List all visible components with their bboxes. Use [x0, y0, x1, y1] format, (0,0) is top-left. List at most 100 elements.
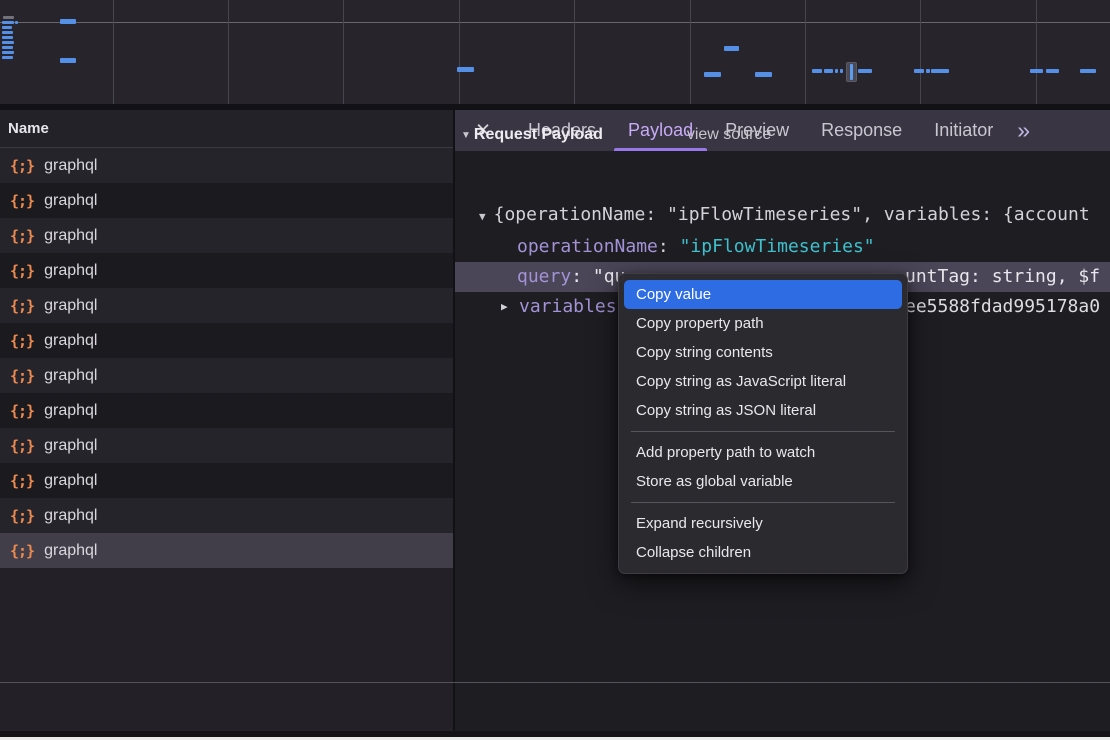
property-key: operationName — [517, 236, 658, 257]
overview-gridline — [805, 0, 806, 104]
section-expand-triangle-icon[interactable]: ▼ — [461, 130, 471, 141]
json-braces-icon: {;} — [10, 367, 34, 385]
menu-item-add-property-path-to-watch[interactable]: Add property path to watch — [624, 438, 902, 467]
waterfall-bar — [60, 19, 76, 24]
waterfall-bar — [931, 69, 949, 73]
waterfall-bar — [1030, 69, 1043, 73]
name-column-label: Name — [8, 120, 49, 137]
context-menu: Copy valueCopy property pathCopy string … — [618, 273, 908, 574]
request-name-label: graphql — [44, 227, 97, 245]
menu-item-copy-string-as-javascript-literal[interactable]: Copy string as JavaScript literal — [624, 367, 902, 396]
property-key: query — [517, 266, 571, 287]
request-name-label: graphql — [44, 507, 97, 525]
json-braces-icon: {;} — [10, 297, 34, 315]
json-braces-icon: {;} — [10, 437, 34, 455]
variables-expand-triangle-icon[interactable]: ▶ — [501, 292, 508, 322]
request-name-label: graphql — [44, 437, 97, 455]
waterfall-bar — [2, 46, 13, 49]
waterfall-bar — [835, 69, 838, 73]
request-row[interactable]: {;} graphql — [0, 428, 453, 463]
json-braces-icon: {;} — [10, 542, 34, 560]
view-source-link[interactable]: view source — [687, 126, 771, 144]
menu-item-expand-recursively[interactable]: Expand recursively — [624, 509, 902, 538]
json-braces-icon: {;} — [10, 332, 34, 350]
menu-item-copy-property-path[interactable]: Copy property path — [624, 309, 902, 338]
json-braces-icon: {;} — [10, 227, 34, 245]
request-row[interactable]: {;} graphql — [0, 463, 453, 498]
root-expand-triangle-icon[interactable]: ▼ — [479, 210, 486, 223]
waterfall-bar — [3, 16, 14, 19]
waterfall-bar — [724, 46, 739, 51]
section-title: Request Payload — [474, 126, 603, 144]
request-name-label: graphql — [44, 367, 97, 385]
payload-root-row[interactable]: ▼ {operationName: "ipFlowTimeseries", var… — [479, 204, 1090, 225]
waterfall-bar — [15, 21, 18, 24]
waterfall-bar — [2, 31, 13, 34]
overview-gridline — [459, 0, 460, 104]
request-name-label: graphql — [44, 332, 97, 350]
menu-divider — [631, 431, 895, 432]
waterfall-bar — [2, 56, 13, 59]
json-braces-icon: {;} — [10, 472, 34, 490]
menu-item-copy-string-as-json-literal[interactable]: Copy string as JSON literal — [624, 396, 902, 425]
payload-operationname-row[interactable]: operationName: "ipFlowTimeseries" — [517, 236, 875, 257]
colon: : — [571, 266, 593, 287]
request-row[interactable]: {;}graphql — [0, 253, 453, 288]
query-value-right-fragment: untTag: string, $f — [905, 262, 1100, 292]
waterfall-bar — [457, 67, 474, 72]
request-row[interactable]: {;} graphql — [0, 148, 453, 183]
request-row[interactable]: {;} graphql — [0, 183, 453, 218]
waterfall-bar — [914, 69, 924, 73]
menu-item-store-as-global-variable[interactable]: Store as global variable — [624, 467, 902, 496]
overview-gridline — [690, 0, 691, 104]
json-braces-icon: {;} — [10, 507, 34, 525]
overview-gridline — [920, 0, 921, 104]
waterfall-bar — [60, 58, 76, 63]
request-row[interactable]: {;}graphql — [0, 393, 453, 428]
waterfall-bar — [704, 72, 721, 77]
request-name-label: graphql — [44, 472, 97, 490]
request-list-pane: Name {;} graphql {;} graphql {;} graphql {;} gr… — [0, 110, 453, 731]
waterfall-bar — [858, 69, 872, 73]
waterfall-bar — [2, 26, 12, 29]
tab-response[interactable]: Response — [805, 110, 918, 151]
request-row[interactable]: {;} graphql — [0, 358, 453, 393]
request-row[interactable]: {;}graphql — [0, 288, 453, 323]
request-payload-section-header[interactable]: ▼ Request Payload view source — [461, 126, 771, 144]
variables-preview-right-fragment: ee5588fdad995178a0 — [905, 292, 1100, 322]
json-braces-icon: {;} — [10, 192, 34, 210]
menu-item-copy-string-contents[interactable]: Copy string contents — [624, 338, 902, 367]
request-row[interactable]: {;} graphql — [0, 533, 453, 568]
overview-gridline — [228, 0, 229, 104]
request-row[interactable]: {;} graphql — [0, 498, 453, 533]
request-name-label: graphql — [44, 157, 97, 175]
menu-item-copy-value[interactable]: Copy value — [624, 280, 902, 309]
request-name-label: graphql — [44, 542, 97, 560]
request-row[interactable]: {;} graphql — [0, 218, 453, 253]
overview-gridline — [343, 0, 344, 104]
waterfall-bar — [2, 41, 14, 44]
waterfall-bar — [1046, 69, 1059, 73]
overview-gridline — [1036, 0, 1037, 104]
waterfall-bar — [1080, 69, 1096, 73]
menu-divider — [631, 502, 895, 503]
request-name-label: graphql — [44, 192, 97, 210]
property-value: "ipFlowTimeseries" — [680, 236, 875, 257]
name-column-header[interactable]: Name — [0, 110, 453, 148]
network-overview[interactable] — [0, 0, 1110, 104]
json-braces-icon: {;} — [10, 157, 34, 175]
more-tabs-chevron-icon[interactable]: » — [1017, 117, 1028, 144]
waterfall-bar — [840, 69, 843, 73]
json-braces-icon: {;} — [10, 262, 34, 280]
overview-scrub-line — [850, 64, 853, 80]
tab-initiator[interactable]: Initiator — [918, 110, 1009, 151]
json-braces-icon: {;} — [10, 402, 34, 420]
colon: : — [658, 236, 680, 257]
request-row[interactable]: {;} graphql — [0, 323, 453, 358]
overview-gridline — [113, 0, 114, 104]
waterfall-bar — [812, 69, 822, 73]
root-object-preview: {operationName: "ipFlowTimeseries", vari… — [494, 204, 1090, 225]
waterfall-bar — [824, 69, 833, 73]
menu-item-collapse-children[interactable]: Collapse children — [624, 538, 902, 567]
waterfall-bar — [2, 51, 14, 54]
